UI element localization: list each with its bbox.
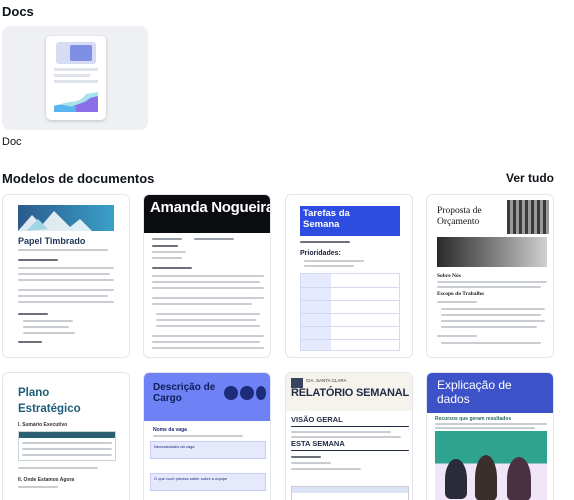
template-card-relatorio-semanal[interactable]: CIA. SANTA CLARA RELATÓRIO SEMANAL VISÃO… <box>285 372 413 500</box>
template-card-tarefas-da-semana[interactable]: Tarefas da Semana Prioridades: <box>285 194 413 358</box>
circle-icon <box>240 386 254 400</box>
info-box: Necessidades da vaga <box>150 441 266 459</box>
card-header: Explicação de dados <box>427 373 553 413</box>
card-subtitle: Recursos que geram resultados <box>435 416 512 422</box>
weekly-table <box>291 486 409 500</box>
card-title: Explicação de dados <box>437 378 512 406</box>
people-photo <box>435 431 547 500</box>
card-header: Amanda Nogueira <box>144 195 271 233</box>
docs-section-title: Docs <box>2 4 34 19</box>
card-title: Amanda Nogueira <box>150 199 271 216</box>
card-section-heading: II. Onde Estamos Agora <box>18 477 75 483</box>
card-title: RELATÓRIO SEMANAL <box>291 387 410 399</box>
circle-icon <box>224 386 238 400</box>
card-header: Descrição de Cargo <box>144 373 270 421</box>
mountain-banner-image <box>18 205 114 231</box>
circle-icon <box>256 386 266 400</box>
template-card-explicacao-de-dados[interactable]: Explicação de dados Recursos que geram r… <box>426 372 554 500</box>
card-section-heading: I. Sumário Executivo <box>18 422 68 428</box>
template-card-plano-estrategico[interactable]: Plano Estratégico I. Sumário Executivo I… <box>2 372 130 500</box>
template-card-papel-timbrado[interactable]: Papel Timbrado <box>2 194 130 358</box>
cover-image <box>437 237 547 267</box>
see-all-link[interactable]: Ver tudo <box>506 171 554 185</box>
card-section-heading: VISÃO GERAL <box>291 415 343 424</box>
templates-section-title: Modelos de documentos <box>2 171 155 186</box>
building-image <box>507 200 549 234</box>
template-card-descricao-de-cargo[interactable]: Descrição de Cargo Nome da vaga Necessid… <box>143 372 271 500</box>
card-heading: Prioridades: <box>300 250 341 257</box>
create-doc-tile[interactable] <box>2 26 148 130</box>
doc-tile-label: Doc <box>2 136 22 148</box>
card-title: Plano Estratégico <box>18 387 81 415</box>
card-title: Descrição de Cargo <box>153 382 216 404</box>
card-title: Tarefas da Semana <box>303 208 350 230</box>
info-box: O que você precisa saber sobre a equipe <box>150 473 266 491</box>
doc-thumbnail-icon <box>46 36 106 120</box>
tasks-table <box>300 273 400 351</box>
card-header: CIA. SANTA CLARA RELATÓRIO SEMANAL <box>286 373 412 411</box>
card-title: Proposta de Orçamento <box>437 206 482 227</box>
card-section-heading: Sobre Nós <box>437 273 461 279</box>
field-label: Nome da vaga <box>153 427 187 433</box>
template-card-proposta-de-orcamento[interactable]: Proposta de Orçamento Sobre Nós Escopo d… <box>426 194 554 358</box>
company-name: CIA. SANTA CLARA <box>306 378 347 383</box>
card-section-heading: ESTA SEMANA <box>291 439 345 448</box>
card-title: Papel Timbrado <box>18 236 86 246</box>
summary-table <box>18 431 116 461</box>
card-section-heading: Escopo do Trabalho <box>437 291 484 297</box>
template-card-amanda-nogueira[interactable]: Amanda Nogueira <box>143 194 271 358</box>
